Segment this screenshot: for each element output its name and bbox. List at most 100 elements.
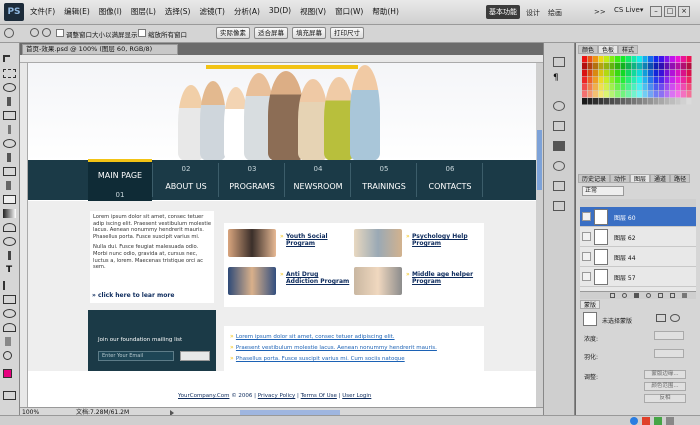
nav-contacts[interactable]: CONTACTS	[418, 182, 482, 191]
swatch-cell[interactable]	[615, 77, 620, 84]
tab-paths[interactable]: 路径	[670, 174, 691, 183]
swatch-cell[interactable]	[653, 98, 659, 105]
swatch-cell[interactable]	[659, 77, 664, 84]
zoom-tool-icon[interactable]	[4, 28, 14, 38]
swatch-cell[interactable]	[648, 98, 653, 105]
styles-panel-icon[interactable]	[553, 121, 565, 131]
new-group-icon[interactable]	[658, 293, 663, 298]
swatch-cell[interactable]	[681, 70, 686, 77]
swatch-cell[interactable]	[659, 98, 664, 105]
3d-rotate-tool-icon[interactable]	[3, 309, 16, 318]
swatch-cell[interactable]	[675, 84, 681, 91]
hand-tool-icon[interactable]	[5, 337, 11, 346]
swatch-cell[interactable]	[642, 77, 648, 84]
swatch-cell[interactable]	[620, 70, 626, 77]
news-link[interactable]: Lorem ipsum dolor sit amet, consec tetue…	[236, 334, 395, 340]
vertical-scrollbar[interactable]	[536, 63, 543, 407]
layer-mask-icon[interactable]	[634, 293, 639, 298]
menu-3d[interactable]: 3D(D)	[269, 6, 291, 17]
swatch-cell[interactable]	[675, 63, 681, 70]
tab-layers[interactable]: 图层	[630, 174, 651, 183]
email-submit-button[interactable]	[180, 351, 210, 361]
swatch-cell[interactable]	[664, 84, 670, 91]
menu-view[interactable]: 视图(V)	[300, 6, 326, 17]
news-link[interactable]: Praesent vestibulum molestie lacus. Aene…	[236, 345, 437, 351]
gradient-tool-icon[interactable]	[3, 209, 16, 218]
swatch-cell[interactable]	[637, 98, 642, 105]
shape-tool-icon[interactable]	[3, 295, 16, 304]
menu-edit[interactable]: 编辑(E)	[64, 6, 90, 17]
layer-row[interactable]: 图层 57	[580, 267, 696, 287]
ime-icon[interactable]	[630, 417, 638, 425]
menu-help[interactable]: 帮助(H)	[372, 6, 399, 17]
swatch-cell[interactable]	[675, 77, 681, 84]
layer-visibility-toggle[interactable]	[582, 252, 591, 261]
swatch-cell[interactable]	[631, 70, 637, 77]
swatch-cell[interactable]	[653, 56, 659, 63]
swatch-cell[interactable]	[637, 91, 642, 98]
resize-windows-checkbox[interactable]	[56, 29, 64, 37]
link-layers-icon[interactable]	[610, 293, 615, 298]
swatch-cell[interactable]	[659, 63, 664, 70]
invert-button[interactable]: 反相	[644, 394, 686, 403]
swatch-cell[interactable]	[620, 77, 626, 84]
nav-newsroom[interactable]: NEWSROOM	[286, 182, 350, 191]
swatch-cell[interactable]	[648, 63, 653, 70]
swatch-cell[interactable]	[648, 70, 653, 77]
tab-styles[interactable]: 样式	[618, 45, 639, 54]
swatch-cell[interactable]	[664, 77, 670, 84]
swatch-cell[interactable]	[615, 98, 620, 105]
footer-login-link[interactable]: User Login	[342, 393, 371, 399]
swatch-cell[interactable]	[615, 91, 620, 98]
swatch-cell[interactable]	[664, 98, 670, 105]
swatch-cell[interactable]	[626, 84, 631, 91]
swatch-cell[interactable]	[620, 56, 626, 63]
psychology-help-program-link[interactable]: Psychology Help Program	[412, 233, 478, 247]
swatch-cell[interactable]	[648, 56, 653, 63]
swatch-cell[interactable]	[642, 70, 648, 77]
layer-row[interactable]: 图层 62	[580, 227, 696, 247]
dodge-tool-icon[interactable]	[3, 237, 16, 246]
swatch-cell[interactable]	[648, 77, 653, 84]
path-select-tool-icon[interactable]	[3, 281, 9, 290]
workspace-design-link[interactable]: 设计	[526, 8, 540, 18]
footer-terms-link[interactable]: Terms Of Use	[301, 393, 337, 399]
swatch-cell[interactable]	[686, 98, 692, 105]
tab-actions[interactable]: 动作	[610, 174, 631, 183]
menu-window[interactable]: 窗口(W)	[335, 6, 363, 17]
swatch-cell[interactable]	[587, 70, 593, 77]
swatch-cell[interactable]	[686, 63, 692, 70]
swatch-cell[interactable]	[653, 84, 659, 91]
swatch-cell[interactable]	[686, 77, 692, 84]
swatch-cell[interactable]	[626, 56, 631, 63]
history-brush-tool-icon[interactable]	[6, 181, 11, 190]
swatch-cell[interactable]	[598, 70, 604, 77]
history-panel-icon[interactable]	[553, 57, 565, 67]
tray-icon[interactable]	[642, 417, 650, 425]
swatch-cell[interactable]	[681, 91, 686, 98]
workspace-essentials-button[interactable]: 基本功能	[486, 5, 520, 19]
layers-list[interactable]: 图层 60 图层 62 图层 44 图层 57	[580, 207, 696, 291]
layer-visibility-toggle[interactable]	[582, 232, 591, 241]
anti-drug-addiction-program-link[interactable]: Anti Drug Addiction Program	[286, 271, 352, 285]
swatch-cell[interactable]	[631, 98, 637, 105]
tab-swatches[interactable]: 色板	[598, 45, 619, 54]
document-canvas[interactable]: MAIN PAGE 01 02 ABOUT US 03 PROGRAMS 04 …	[28, 63, 536, 407]
swatch-cell[interactable]	[609, 91, 615, 98]
swatch-cell[interactable]	[604, 70, 609, 77]
menu-file[interactable]: 文件(F)	[30, 6, 55, 17]
swatch-cell[interactable]	[670, 70, 675, 77]
layer-row-selected[interactable]: 图层 60	[580, 207, 696, 227]
swatch-cell[interactable]	[604, 84, 609, 91]
actual-pixels-button[interactable]: 实际像素	[216, 27, 250, 39]
swatch-cell[interactable]	[598, 84, 604, 91]
middle-age-helper-program-link[interactable]: Middle age helper Program	[412, 271, 478, 285]
trash-icon[interactable]	[682, 293, 687, 298]
feather-input[interactable]	[654, 349, 684, 358]
swatch-cell[interactable]	[637, 63, 642, 70]
zoom-canvas-tool-icon[interactable]	[3, 351, 12, 360]
swatch-cell[interactable]	[587, 91, 593, 98]
swatch-cell[interactable]	[670, 84, 675, 91]
tab-history[interactable]: 历史记录	[578, 174, 611, 183]
swatch-cell[interactable]	[587, 98, 593, 105]
